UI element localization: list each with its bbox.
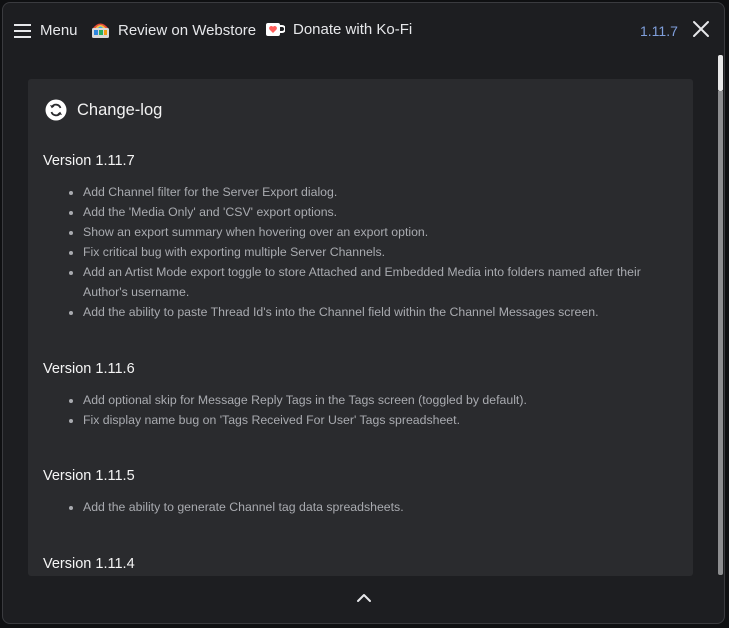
changelog-title: Change-log (77, 100, 163, 119)
list-item: Show an export summary when hovering ove… (69, 222, 683, 242)
list-item: Fix critical bug with exporting multiple… (69, 242, 683, 262)
menu-label: Menu (40, 22, 78, 39)
version-heading: Version 1.11.4 (43, 556, 135, 572)
review-webstore-button[interactable]: Review on Webstore (91, 21, 256, 39)
changelog-list: Add optional skip for Message Reply Tags… (69, 390, 683, 430)
scrollbar-thumb[interactable] (718, 55, 723, 91)
version-link[interactable]: 1.11.7 (640, 23, 678, 39)
chevron-up-icon[interactable] (355, 591, 373, 605)
list-item: Add Channel filter for the Server Export… (69, 182, 683, 202)
review-webstore-label: Review on Webstore (118, 21, 257, 39)
top-toolbar: Menu Review on Webstore Donate with Ko-F… (3, 3, 724, 57)
rainbow-store-icon (92, 23, 109, 38)
hamburger-icon (14, 23, 31, 38)
kofi-cup-icon (266, 22, 285, 36)
list-item: Fix display name bug on 'Tags Received F… (69, 410, 683, 430)
list-item: Add the ability to generate Channel tag … (69, 497, 683, 517)
list-item: Add an Artist Mode export toggle to stor… (69, 262, 683, 302)
version-heading: Version 1.11.6 (43, 361, 135, 377)
donate-kofi-button[interactable]: Donate with Ko-Fi (265, 21, 412, 38)
list-item: Add optional skip for Message Reply Tags… (69, 390, 683, 410)
list-item: Add the 'Media Only' and 'CSV' export op… (69, 202, 683, 222)
changelog-list: Add the ability to generate Channel tag … (69, 497, 683, 517)
donate-kofi-label: Donate with Ko-Fi (293, 21, 413, 38)
changelog-card: Change-log Version 1.11.7 Add Channel fi… (28, 79, 693, 576)
version-heading: Version 1.11.7 (43, 153, 135, 169)
changelog-dialog: Menu Review on Webstore Donate with Ko-F… (2, 2, 725, 624)
menu-button[interactable]: Menu (14, 22, 78, 39)
version-heading: Version 1.11.5 (43, 468, 135, 484)
scrollbar-rail[interactable] (718, 91, 723, 575)
sync-icon (45, 99, 67, 121)
list-item: Add the ability to paste Thread Id's int… (69, 302, 683, 322)
close-icon[interactable] (692, 20, 710, 38)
changelog-list: Add Channel filter for the Server Export… (69, 182, 683, 322)
changelog-header: Change-log (45, 99, 162, 121)
